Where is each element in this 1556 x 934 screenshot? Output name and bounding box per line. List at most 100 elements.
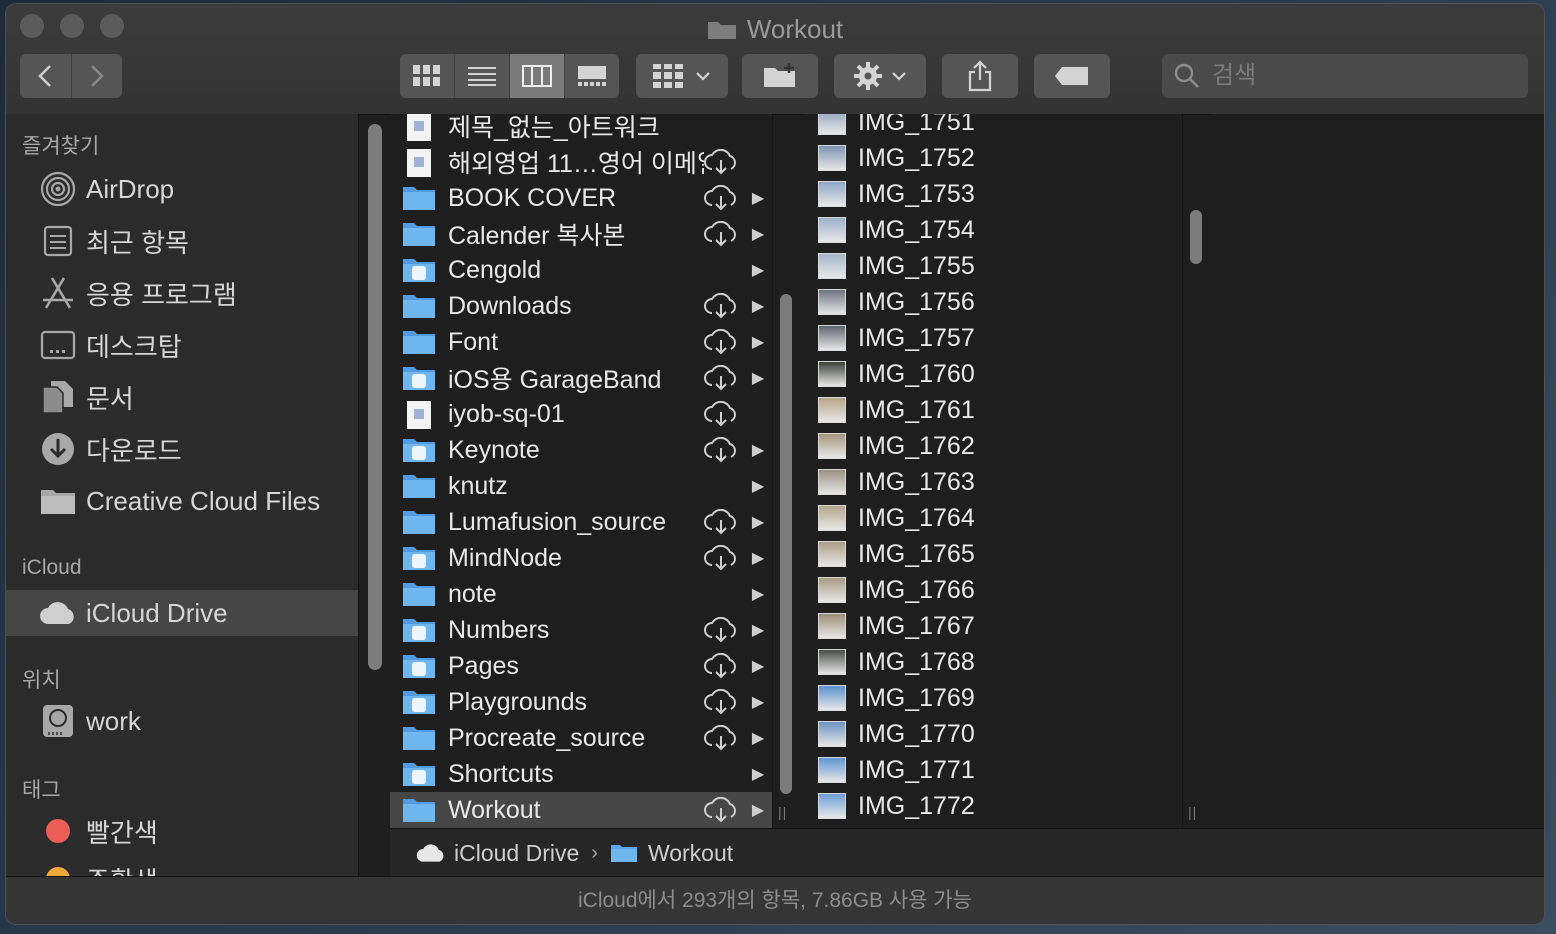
item-name: IMG_1772 [858, 791, 975, 820]
cloud-download-icon[interactable] [704, 148, 740, 175]
sidebar-item-creative-cloud[interactable]: Creative Cloud Files [6, 478, 358, 524]
column-resize-handle[interactable]: || [1188, 804, 1197, 820]
cloud-download-icon[interactable] [704, 328, 740, 355]
cloud-download-icon[interactable] [704, 508, 740, 535]
toolbar: Workout [6, 4, 1544, 115]
list-item[interactable]: IMG_1772 [802, 788, 1182, 824]
sidebar-item-applications[interactable]: 응용 프로그램 [6, 270, 358, 316]
image-thumbnail-icon [818, 469, 846, 495]
list-item[interactable]: IMG_1752 [802, 140, 1182, 176]
list-item[interactable]: Playgrounds ▶ [390, 684, 772, 720]
cloud-download-icon[interactable] [704, 400, 740, 427]
list-view-button[interactable] [455, 54, 510, 98]
tags-button[interactable] [1034, 54, 1110, 98]
list-item[interactable]: IMG_1771 [802, 752, 1182, 788]
list-item[interactable]: IMG_1757 [802, 320, 1182, 356]
list-item[interactable]: Font ▶ [390, 324, 772, 360]
list-item[interactable]: BOOK COVER ▶ [390, 180, 772, 216]
list-item[interactable]: IMG_1761 [802, 392, 1182, 428]
cloud-download-icon[interactable] [704, 616, 740, 643]
list-item[interactable]: IMG_1762 [802, 428, 1182, 464]
cloud-download-icon[interactable] [704, 652, 740, 679]
path-current[interactable]: Workout [648, 840, 733, 867]
list-item[interactable]: IMG_1766 [802, 572, 1182, 608]
list-item[interactable]: IMG_1764 [802, 500, 1182, 536]
list-item[interactable]: IMG_1753 [802, 176, 1182, 212]
cloud-download-icon[interactable] [704, 544, 740, 571]
sidebar-tag-orange[interactable]: 주황색 [6, 856, 358, 876]
list-item[interactable]: IMG_1770 [802, 716, 1182, 752]
list-item[interactable]: IMG_1765 [802, 536, 1182, 572]
sidebar-item-airdrop[interactable]: AirDrop [6, 166, 358, 212]
forward-button[interactable] [72, 54, 123, 98]
disclosure-arrow-icon: ▶ [751, 334, 765, 351]
list-item[interactable]: Cengold ▶ [390, 252, 772, 288]
list-item[interactable]: IMG_1755 [802, 248, 1182, 284]
column-resize-handle[interactable]: || [778, 804, 787, 820]
list-item[interactable]: Calender 복사본 ▶ [390, 216, 772, 252]
sidebar-item-work[interactable]: work [6, 698, 358, 744]
list-item[interactable]: MindNode ▶ [390, 540, 772, 576]
list-item[interactable]: knutz ▶ [390, 468, 772, 504]
list-item[interactable]: Keynote ▶ [390, 432, 772, 468]
list-item[interactable]: Pages ▶ [390, 648, 772, 684]
list-item[interactable]: Lumafusion_source ▶ [390, 504, 772, 540]
list-item[interactable]: IMG_1751 [802, 114, 1182, 140]
cloud-download-icon[interactable] [704, 688, 740, 715]
list-item[interactable]: note ▶ [390, 576, 772, 612]
list-item[interactable]: iOS용 GarageBand ▶ [390, 360, 772, 396]
cloud-download-icon[interactable] [704, 220, 740, 247]
list-item[interactable]: iyob-sq-01 [390, 396, 772, 432]
list-item[interactable]: IMG_1760 [802, 356, 1182, 392]
list-item[interactable]: Shortcuts ▶ [390, 756, 772, 792]
disclosure-arrow-icon: ▶ [751, 802, 765, 819]
list-item[interactable]: IMG_1768 [802, 644, 1182, 680]
cloud-download-icon[interactable] [704, 364, 740, 391]
search-field[interactable] [1162, 54, 1528, 98]
cloud-download-icon[interactable] [704, 724, 740, 751]
list-item[interactable]: 해외영업 11…영어 이메일 [390, 144, 772, 180]
sidebar-item-label: 주황색 [86, 861, 158, 877]
cloud-download-icon[interactable] [704, 796, 740, 823]
list-item[interactable]: IMG_1763 [802, 464, 1182, 500]
cloud-download-icon[interactable] [704, 436, 740, 463]
icon-view-button[interactable] [400, 54, 455, 98]
sidebar-item-icloud-drive[interactable]: iCloud Drive [6, 590, 358, 636]
sidebar-item-desktop[interactable]: 데스크탑 [6, 322, 358, 368]
path-separator: › [591, 841, 598, 864]
column2-scrollbar[interactable] [1190, 210, 1202, 264]
disclosure-arrow-icon: ▶ [751, 694, 765, 711]
item-name: Calender 복사본 [448, 222, 626, 250]
group-by-button[interactable] [636, 54, 728, 98]
sidebar-item-label: 다운로드 [86, 435, 182, 466]
column1-scrollbar[interactable] [780, 294, 792, 794]
list-item[interactable]: Procreate_source ▶ [390, 720, 772, 756]
list-item[interactable]: Workout ▶ [390, 792, 772, 828]
cloud-download-icon[interactable] [704, 292, 740, 319]
sidebar-section-tags: 태그 [22, 779, 61, 802]
list-item[interactable]: IMG_1756 [802, 284, 1182, 320]
list-item[interactable]: IMG_1754 [802, 212, 1182, 248]
sidebar-tag-red[interactable]: 빨간색 [6, 808, 358, 854]
gallery-view-button[interactable] [565, 54, 619, 98]
sidebar-item-documents[interactable]: 문서 [6, 374, 358, 420]
share-button[interactable] [942, 54, 1018, 98]
action-button[interactable] [834, 54, 926, 98]
path-root[interactable]: iCloud Drive [454, 840, 579, 867]
list-item[interactable]: IMG_1767 [802, 608, 1182, 644]
back-button[interactable] [20, 54, 72, 98]
search-input[interactable] [1210, 61, 1514, 91]
new-folder-button[interactable] [742, 54, 818, 98]
list-item[interactable]: Downloads ▶ [390, 288, 772, 324]
folder-icon [707, 22, 736, 39]
list-item[interactable]: 제목_없는_아트워크 [390, 114, 772, 144]
sidebar-item-downloads[interactable]: 다운로드 [6, 426, 358, 472]
list-item[interactable]: IMG_1769 [802, 680, 1182, 716]
sidebar-scrollbar[interactable] [368, 124, 382, 670]
cloud-download-icon[interactable] [704, 184, 740, 211]
column-view-button[interactable] [510, 54, 565, 98]
group-icon [653, 64, 683, 88]
list-item[interactable]: Numbers ▶ [390, 612, 772, 648]
sidebar-item-label: 데스크탑 [86, 331, 182, 362]
sidebar-item-recents[interactable]: 최근 항목 [6, 218, 358, 264]
